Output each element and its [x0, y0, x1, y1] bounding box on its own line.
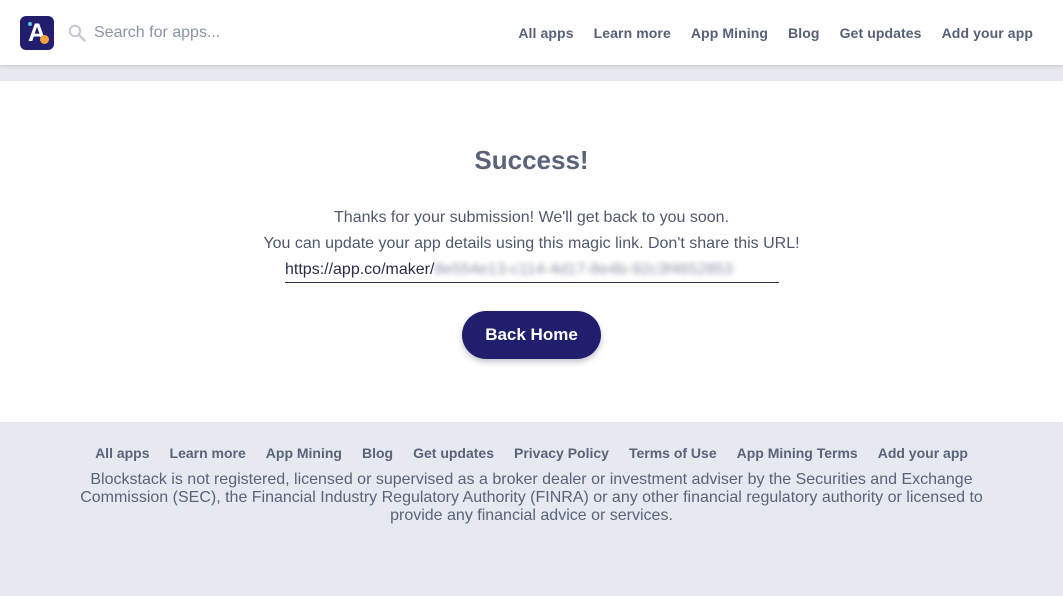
footer-link-blog[interactable]: Blog [362, 444, 393, 462]
magic-link-obscured: 8e554e13-c114-4d17-8e4b-92c3f4652853 [434, 261, 734, 278]
nav-app-mining[interactable]: App Mining [691, 25, 768, 41]
nav-get-updates[interactable]: Get updates [840, 25, 922, 41]
header-nav: All apps Learn more App Mining Blog Get … [498, 0, 1033, 65]
footer-link-learn-more[interactable]: Learn more [170, 444, 246, 462]
nav-learn-more[interactable]: Learn more [594, 25, 671, 41]
logo-letter: A [27, 19, 47, 47]
footer-link-terms-of-use[interactable]: Terms of Use [629, 444, 717, 462]
page-title: Success! [474, 145, 589, 175]
thanks-message: Thanks for your submission! We'll get ba… [334, 209, 729, 226]
page: A All apps Learn more App Mining Blog Ge… [0, 0, 1063, 596]
nav-blog[interactable]: Blog [788, 25, 820, 41]
nav-add-your-app[interactable]: Add your app [942, 25, 1033, 41]
footer: All apps Learn more App Mining Blog Get … [0, 422, 1063, 596]
back-home-button[interactable]: Back Home [462, 311, 601, 359]
footer-link-add-your-app[interactable]: Add your app [878, 444, 968, 462]
search-input[interactable] [94, 20, 354, 46]
success-card: Success! Thanks for your submission! We'… [0, 81, 1063, 422]
magic-link-prefix: https://app.co/maker/ [285, 261, 435, 278]
top-header: A All apps Learn more App Mining Blog Ge… [0, 0, 1063, 65]
footer-link-all-apps[interactable]: All apps [95, 444, 149, 462]
magic-link-instructions: You can update your app details using th… [263, 235, 800, 252]
footer-link-get-updates[interactable]: Get updates [413, 444, 494, 462]
nav-all-apps[interactable]: All apps [518, 25, 573, 41]
legal-disclaimer: Blockstack is not registered, licensed o… [80, 471, 983, 524]
footer-nav: All apps Learn more App Mining Blog Get … [0, 444, 1063, 462]
footer-link-app-mining[interactable]: App Mining [266, 444, 342, 462]
logo-dot-blue [28, 22, 32, 26]
app-co-logo[interactable]: A [20, 16, 54, 50]
footer-link-privacy-policy[interactable]: Privacy Policy [514, 444, 609, 462]
footer-link-app-mining-terms[interactable]: App Mining Terms [737, 444, 858, 462]
magic-link[interactable]: https://app.co/maker/8e554e13-c114-4d17-… [285, 260, 779, 283]
logo-dot-orange [40, 35, 49, 44]
search-icon [68, 24, 86, 42]
